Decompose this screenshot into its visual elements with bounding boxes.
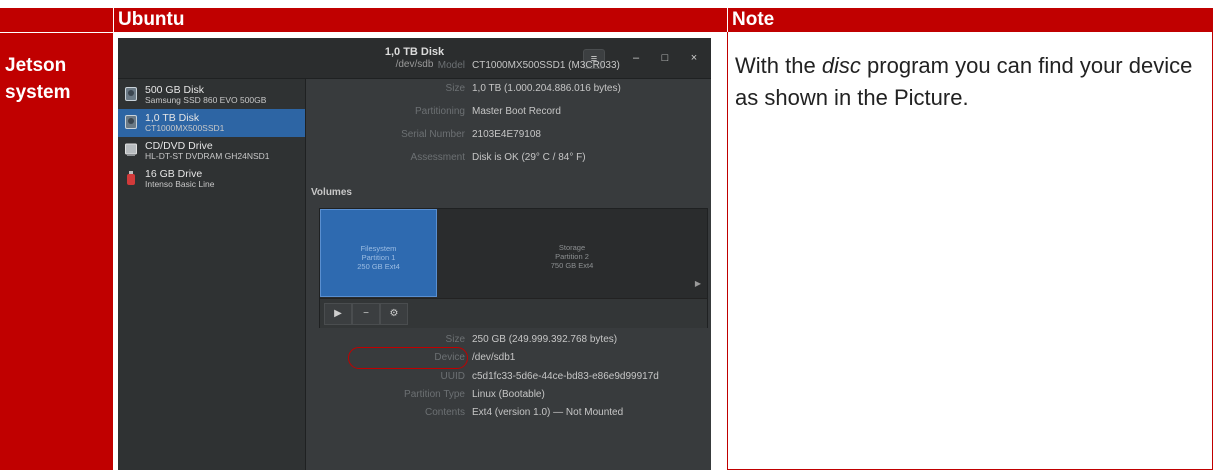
disk-prop-value: 2103E4E79108 — [472, 129, 541, 140]
drive-item-16gb[interactable]: 16 GB Drive Intenso Basic Line — [118, 165, 305, 193]
volumes-heading: Volumes — [311, 187, 352, 198]
drive-model: HL-DT-ST DVDRAM GH24NSD1 — [145, 151, 270, 161]
volume-map: Filesystem Partition 1 250 GB Ext4 Stora… — [319, 208, 708, 328]
close-icon[interactable]: × — [684, 49, 704, 67]
note-emphasis: disc — [821, 53, 861, 78]
drive-model: CT1000MX500SSD1 — [145, 123, 225, 133]
row-label: Jetson system — [0, 32, 113, 470]
disk-prop-value: Disk is OK (29° C / 84° F) — [472, 152, 586, 163]
row-label-line2: system — [5, 82, 71, 103]
partition-label: 250 GB Ext4 — [357, 262, 400, 271]
disk-prop-value: CT1000MX500SSD1 (M3CR033) — [472, 60, 620, 71]
drive-list: 500 GB Disk Samsung SSD 860 EVO 500GB 1,… — [118, 79, 306, 470]
disk-prop-value: Master Boot Record — [472, 106, 561, 117]
mount-button[interactable]: ▶ — [324, 303, 352, 325]
header-note: Note — [727, 8, 1213, 32]
volume-toolbar: ▶ − ⚙ — [320, 298, 707, 328]
disk-prop-value: 1,0 TB (1.000.204.886.016 bytes) — [472, 83, 621, 94]
volume-prop-key: Partition Type — [404, 389, 465, 400]
disk-prop-key: Size — [445, 83, 465, 94]
volume-prop-key: Contents — [424, 407, 465, 418]
disk-prop-key: Assessment — [410, 152, 465, 163]
drive-model: Intenso Basic Line — [145, 179, 215, 189]
volume-prop-value: /dev/sdb1 — [472, 352, 516, 363]
hdd-icon — [125, 115, 137, 129]
minimize-icon[interactable]: – — [626, 49, 646, 67]
gears-icon[interactable]: ⚙ — [380, 303, 408, 325]
volume-prop-value: 250 GB (249.999.392.768 bytes) — [472, 334, 618, 345]
header-corner-cell — [0, 8, 113, 32]
drive-item-cd-dvd[interactable]: CD/DVD Drive HL-DT-ST DVDRAM GH24NSD1 — [118, 137, 305, 165]
row-label-line1: Jetson — [5, 55, 67, 76]
header-ubuntu: Ubuntu — [113, 8, 727, 32]
drive-item-500gb[interactable]: 500 GB Disk Samsung SSD 860 EVO 500GB — [118, 81, 305, 109]
volume-prop-key: UUID — [440, 371, 465, 382]
volume-prop-value: c5d1fc33-5d6e-44ce-bd83-e86e9d99917d — [472, 371, 659, 382]
maximize-icon[interactable]: □ — [655, 49, 675, 67]
partition-1[interactable]: Filesystem Partition 1 250 GB Ext4 — [320, 209, 437, 297]
hdd-icon — [125, 87, 137, 101]
delete-partition-button[interactable]: − — [352, 303, 380, 325]
disks-window: 1,0 TB Disk /dev/sdb ≡ – □ × 500 GB Disk… — [118, 38, 711, 470]
disk-prop-key: Model — [437, 60, 465, 71]
title-bar[interactable]: 1,0 TB Disk /dev/sdb ≡ – □ × — [118, 38, 711, 79]
volume-prop-value: Ext4 (version 1.0) — Not Mounted — [472, 407, 624, 418]
device-highlight-circle — [348, 347, 468, 369]
drive-item-1tb[interactable]: 1,0 TB Disk CT1000MX500SSD1 — [118, 109, 305, 137]
drive-model: Samsung SSD 860 EVO 500GB — [145, 95, 267, 105]
partition-label: Filesystem — [360, 244, 397, 253]
volume-prop-value: Linux (Bootable) — [472, 389, 545, 400]
usb-drive-icon — [127, 171, 135, 185]
partition-label: 750 GB Ext4 — [550, 261, 594, 270]
volume-prop-key: Size — [445, 334, 465, 345]
partition-label: Partition 1 — [361, 253, 396, 262]
note-text: With the disc program you can find your … — [735, 53, 1193, 110]
window-title: 1,0 TB Disk — [384, 46, 445, 58]
disk-prop-key: Partitioning — [414, 106, 465, 117]
optical-drive-icon — [125, 143, 137, 156]
scroll-right-icon[interactable]: ▶ — [695, 279, 701, 288]
disk-prop-key: Serial Number — [401, 129, 465, 140]
partition-label: Storage — [558, 243, 586, 252]
partition-2[interactable]: Storage Partition 2 750 GB Ext4 ▶ — [437, 209, 707, 297]
partition-label: Partition 2 — [555, 252, 589, 261]
